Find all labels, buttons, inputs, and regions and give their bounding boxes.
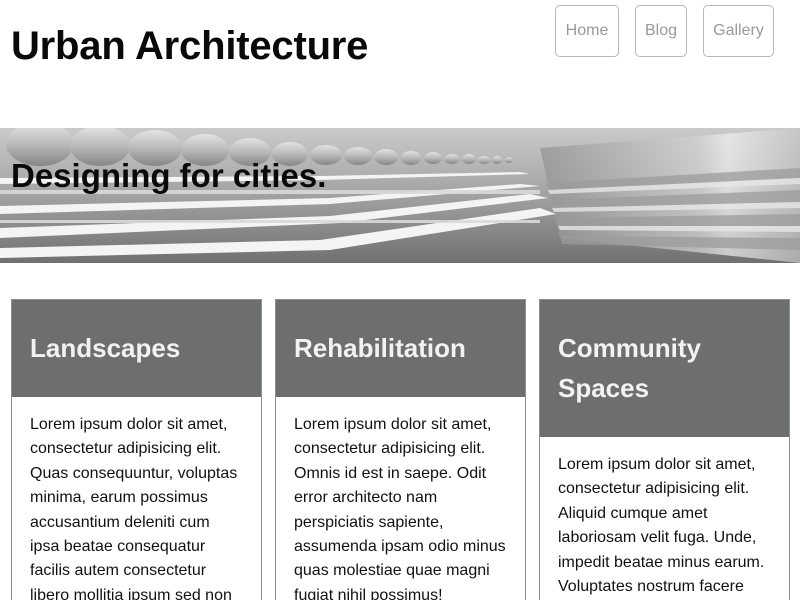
card-title: Landscapes [12,300,261,397]
card-community-spaces: Community Spaces Lorem ipsum dolor sit a… [539,299,790,600]
card-body: Lorem ipsum dolor sit amet, consectetur … [294,416,506,600]
card-landscapes: Landscapes Lorem ipsum dolor sit amet, c… [11,299,262,600]
main-nav: Home Blog Gallery [555,5,774,57]
card-title: Community Spaces [540,300,789,437]
nav-home-button[interactable]: Home [555,5,619,57]
card-rehabilitation: Rehabilitation Lorem ipsum dolor sit ame… [275,299,526,600]
card-body: Lorem ipsum dolor sit amet, consectetur … [30,416,238,600]
hero-tagline: Designing for cities. [11,157,327,194]
nav-blog-button[interactable]: Blog [635,5,687,57]
card-title: Rehabilitation [276,300,525,397]
card-body: Lorem ipsum dolor sit amet, consectetur … [558,456,765,596]
page: Urban Architecture Home Blog Gallery Des… [0,0,800,600]
site-title: Urban Architecture [11,24,369,68]
hero-architecture-image [0,128,800,263]
hero-banner: Designing for cities. [0,128,800,263]
nav-gallery-button[interactable]: Gallery [703,5,774,57]
